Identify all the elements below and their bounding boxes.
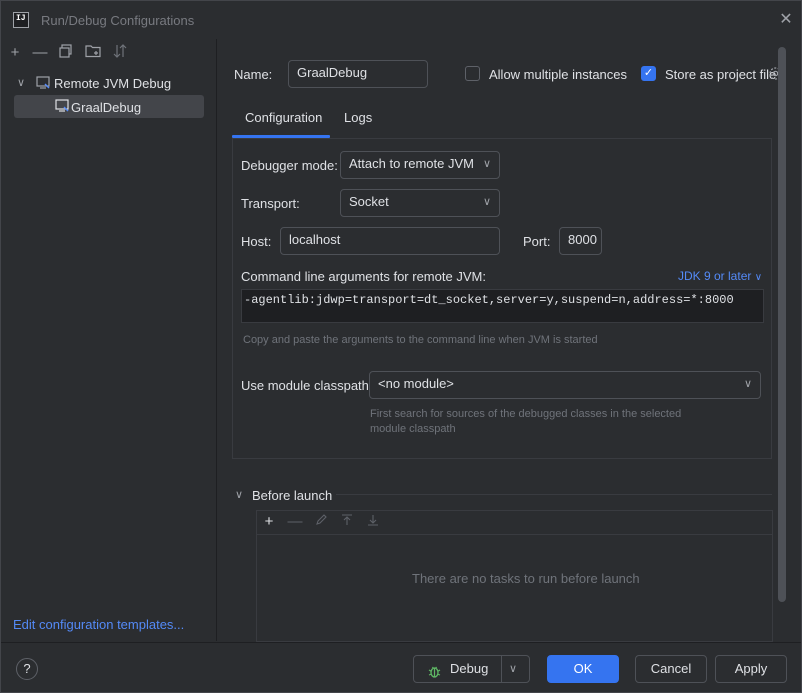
allow-multiple-label: Allow multiple instances: [489, 67, 628, 82]
classpath-hint-line1: First search for sources of the debugged…: [370, 408, 682, 420]
cmd-args-textarea[interactable]: -agentlib:jdwp=transport=dt_socket,serve…: [241, 289, 764, 323]
store-project-checkbox[interactable]: ✓: [641, 66, 656, 81]
edit-templates-link[interactable]: Edit configuration templates...: [13, 617, 184, 632]
window-title: Run/Debug Configurations: [41, 13, 195, 28]
collapse-chevron-icon[interactable]: ∨: [235, 488, 243, 501]
name-field[interactable]: GraalDebug: [288, 60, 428, 88]
move-up-icon[interactable]: [338, 513, 356, 531]
port-label: Port:: [523, 234, 551, 249]
name-label: Name:: [234, 67, 273, 82]
remote-jvm-debug-icon: [36, 76, 51, 93]
cmd-args-label: Command line arguments for remote JVM:: [241, 269, 486, 284]
dialog-footer: ? Debug ∨ OK Cancel Apply: [1, 642, 801, 693]
help-button[interactable]: ?: [16, 658, 38, 680]
debugger-mode-value: Attach to remote JVM: [349, 156, 474, 171]
chevron-down-icon: ∨: [482, 158, 491, 170]
move-down-icon[interactable]: [364, 513, 382, 531]
host-field[interactable]: localhost: [280, 227, 500, 255]
module-classpath-label: Use module classpath:: [241, 378, 373, 393]
transport-value: Socket: [349, 194, 389, 209]
port-field[interactable]: 8000: [559, 227, 602, 255]
chevron-down-icon: ∨: [754, 272, 763, 283]
apply-button[interactable]: Apply: [715, 655, 787, 683]
tab-configuration[interactable]: Configuration: [245, 110, 322, 125]
add-icon[interactable]: +: [6, 44, 24, 62]
help-icon: ?: [23, 661, 31, 676]
before-launch-toolbar: + —: [257, 511, 772, 535]
chevron-down-icon: ∨: [482, 196, 491, 208]
run-debug-dialog: IJ Run/Debug Configurations ✕ + — ∨ Remo…: [0, 0, 802, 693]
before-launch-label[interactable]: Before launch: [252, 488, 332, 503]
debug-label: Debug: [450, 661, 489, 676]
tab-logs[interactable]: Logs: [344, 110, 372, 125]
configurations-sidebar: + — ∨ Remote JVM Debug GraalDebug Edit c…: [1, 39, 217, 641]
debugger-mode-select[interactable]: Attach to remote JVM ∨: [340, 151, 500, 179]
allow-multiple-checkbox[interactable]: [465, 66, 480, 81]
store-project-label: Store as project file: [665, 67, 777, 82]
cancel-button[interactable]: Cancel: [635, 655, 707, 683]
chevron-down-icon: ∨: [743, 378, 752, 390]
jdk-version-dropdown[interactable]: JDK 9 or later ∨: [678, 269, 762, 283]
tree-item-label: GraalDebug: [71, 100, 142, 115]
module-classpath-value: <no module>: [378, 376, 454, 391]
transport-label: Transport:: [241, 196, 300, 211]
debugger-mode-label: Debugger mode:: [241, 158, 338, 173]
remove-icon[interactable]: —: [31, 44, 49, 62]
debug-split-button[interactable]: Debug ∨: [413, 655, 530, 683]
expand-chevron-icon[interactable]: ∨: [17, 76, 25, 89]
no-tasks-text: There are no tasks to run before launch: [412, 571, 640, 586]
vertical-scrollbar[interactable]: [778, 47, 786, 602]
section-divider: [336, 494, 772, 495]
sort-icon[interactable]: [111, 44, 129, 62]
split-divider: [501, 656, 502, 682]
module-classpath-select[interactable]: <no module> ∨: [369, 371, 761, 399]
jdk-version-label: JDK 9 or later: [678, 269, 752, 283]
cmd-args-hint: Copy and paste the arguments to the comm…: [243, 334, 598, 346]
close-icon[interactable]: ✕: [777, 11, 795, 29]
host-label: Host:: [241, 234, 272, 249]
ok-button[interactable]: OK: [547, 655, 619, 683]
transport-select[interactable]: Socket ∨: [340, 189, 500, 217]
chevron-down-icon[interactable]: ∨: [509, 656, 517, 682]
intellij-app-icon: IJ: [13, 12, 29, 28]
app-icon-text: IJ: [16, 14, 26, 23]
add-task-icon[interactable]: +: [260, 513, 278, 531]
edit-task-icon[interactable]: [312, 513, 330, 531]
copy-icon[interactable]: [57, 44, 75, 62]
classpath-hint-line2: module classpath: [370, 423, 456, 435]
graaldebug-config-icon: [55, 99, 70, 116]
new-folder-icon[interactable]: [84, 44, 102, 62]
title-bar: IJ Run/Debug Configurations ✕: [1, 1, 801, 39]
debug-bug-icon: [427, 662, 442, 688]
tree-group-remote-jvm-debug[interactable]: Remote JVM Debug: [54, 76, 171, 91]
remove-task-icon[interactable]: —: [286, 513, 304, 531]
